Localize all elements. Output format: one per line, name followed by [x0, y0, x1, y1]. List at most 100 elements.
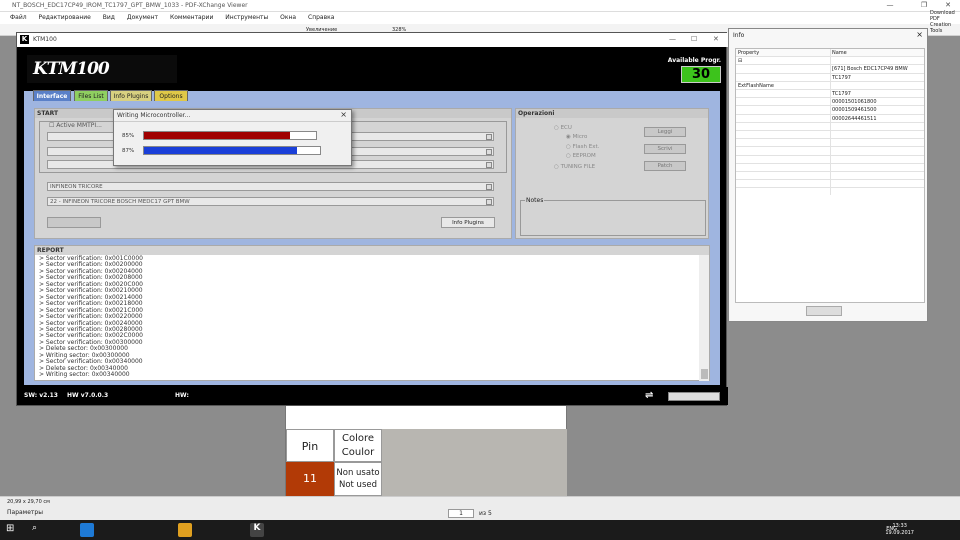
info-row[interactable]: TC1797 [736, 74, 924, 82]
tab-interface[interactable]: Interface [33, 90, 71, 101]
info-property: ExtFlashName [738, 82, 774, 89]
tab-files-list[interactable]: Files List [74, 90, 108, 101]
tab-info-plugins[interactable]: Info Plugins [110, 90, 152, 101]
active-mmtpi-checkbox[interactable]: ☐ Active MMTPI... [49, 122, 102, 129]
progress-bar-1 [143, 131, 317, 140]
info-row[interactable] [736, 172, 924, 181]
info-row[interactable] [736, 139, 924, 148]
ktm-taskbar-icon[interactable]: K [250, 523, 264, 537]
info-value: [671] Bosch EDC17CP49 BMW [832, 66, 908, 73]
info-row[interactable]: 00002644461511 [736, 115, 924, 123]
ktm-logo-text: KTM100 [33, 59, 110, 79]
flash-ext-radio[interactable]: ○ Flash Ext. [566, 144, 599, 150]
tab-options[interactable]: Options [154, 90, 188, 101]
page-size: 20,99 x 29,70 см [7, 499, 50, 505]
minimize-button[interactable]: — [878, 1, 902, 11]
date: 19.09.2017 [885, 530, 914, 536]
micro-radio[interactable]: ◉ Micro [566, 134, 587, 140]
info-row[interactable] [736, 164, 924, 172]
ktm-statusbar: SW: v2.13 HW v7.0.0.3 HW: ⇌ [17, 387, 728, 405]
info-title: Info [733, 32, 745, 39]
pin-cell: 11 [286, 462, 334, 496]
page-number-input[interactable]: 1 [448, 509, 474, 518]
connect-button[interactable] [47, 217, 101, 228]
info-plugins-button[interactable]: Info Plugins [441, 217, 495, 228]
menu-windows[interactable]: Окна [280, 12, 296, 24]
available-count: 30 [681, 66, 721, 83]
menu-file[interactable]: Файл [10, 12, 27, 24]
ktm-titlebar: K KTM100 — ☐ ✕ [17, 33, 728, 47]
notes-box[interactable]: Notes [520, 197, 706, 236]
ktm-minimize-button[interactable]: — [669, 35, 676, 43]
write-button[interactable]: Scrivi [644, 144, 686, 154]
progress-fill-2 [144, 147, 298, 154]
params-button[interactable]: Параметры [7, 509, 43, 516]
chevron-down-icon [486, 162, 492, 168]
ecu-radio[interactable]: ○ ECU [554, 125, 572, 131]
patch-button[interactable]: Patch [644, 161, 686, 171]
progress-fill-1 [144, 132, 291, 139]
progress-bar-2 [143, 146, 321, 155]
info-row[interactable]: TC1797 [736, 90, 924, 99]
info-row[interactable] [736, 123, 924, 131]
col-name: Name [832, 50, 847, 56]
family-value: INFINEON TRICORE [50, 184, 103, 190]
available-label: Available Progr. [667, 57, 721, 64]
status-bar: 20,99 x 29,70 см Параметры 1 из 5 [0, 496, 960, 520]
time: 13:33 [892, 523, 907, 529]
progress2-label: 87% [122, 148, 135, 154]
info-close-button[interactable]: × [916, 30, 923, 39]
start-icon[interactable]: ⊞ [6, 523, 20, 537]
search-icon[interactable]: ⌕ [32, 523, 46, 537]
color-header: Colore Coulor [334, 429, 382, 462]
info-row[interactable] [736, 147, 924, 156]
pin-header: Pin [286, 429, 334, 462]
edge-icon[interactable] [80, 523, 94, 537]
plugin-select[interactable]: 22 - INFINEON TRICORE BOSCH MEDC17 GPT B… [47, 197, 494, 206]
read-button[interactable]: Leggi [644, 127, 686, 137]
ktm-close-button[interactable]: ✕ [713, 35, 719, 43]
tuning-file-radio[interactable]: ○ TUNING FILE [554, 164, 595, 170]
tuning-file-label: TUNING FILE [560, 164, 596, 170]
scroll-thumb[interactable] [701, 369, 708, 379]
info-row[interactable] [736, 131, 924, 140]
report-scrollbar[interactable] [699, 255, 709, 381]
info-row[interactable]: ⊟ [736, 57, 924, 66]
menu-view[interactable]: Вид [103, 12, 115, 24]
status-progress [668, 392, 720, 401]
info-row[interactable] [736, 156, 924, 164]
hw-version: HW v7.0.0.3 [67, 392, 109, 399]
col-property: Property [738, 50, 760, 56]
info-row[interactable]: ExtFlashName [736, 82, 924, 90]
wire-photo [382, 429, 567, 505]
info-row[interactable]: [671] Bosch EDC17CP49 BMW [736, 65, 924, 74]
info-row[interactable]: 00001501061800 [736, 98, 924, 107]
info-row[interactable]: 00001509461500 [736, 106, 924, 115]
info-value: 00001509461500 [832, 107, 877, 114]
download-pdf-link[interactable]: Download PDF Creation Tools [930, 10, 960, 34]
ktm-maximize-button[interactable]: ☐ [691, 35, 697, 43]
info-ok-button[interactable] [806, 306, 842, 316]
info-row[interactable] [736, 180, 924, 189]
progress1-label: 85% [122, 133, 135, 139]
family-select[interactable]: INFINEON TRICORE [47, 182, 494, 191]
chevron-down-icon [486, 184, 492, 190]
pdf-page: Pin Colore Coulor 11 Non usato Not used [285, 395, 568, 506]
menu-edit[interactable]: Редактирование [39, 12, 91, 24]
eeprom-radio[interactable]: ○ EEPROM [566, 153, 596, 159]
menu-comments[interactable]: Комментарии [170, 12, 213, 24]
clock[interactable]: 13:33 19.09.2017 [885, 523, 914, 537]
ktm-app-icon: K [20, 35, 29, 44]
report-line: > Writing sector: 0x00340000 [39, 371, 130, 379]
report-header: REPORT [35, 246, 709, 255]
taskbar: ⊞ ⌕ K ENG 13:33 19.09.2017 [0, 520, 960, 540]
menu-help[interactable]: Справка [308, 12, 334, 24]
divider [114, 121, 351, 122]
dialog-close-button[interactable]: × [340, 110, 347, 119]
hw-label: HW: [175, 392, 189, 399]
info-value: TC1797 [832, 91, 851, 97]
menu-document[interactable]: Документ [127, 12, 158, 24]
ktm-title: KTM100 [33, 36, 57, 43]
chrome-icon[interactable] [178, 523, 192, 537]
menu-tools[interactable]: Инструменты [225, 12, 268, 24]
